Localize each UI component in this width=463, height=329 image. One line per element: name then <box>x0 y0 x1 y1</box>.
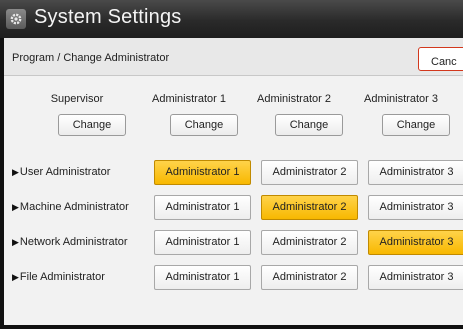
file-admin-option-2[interactable]: Administrator 2 <box>261 265 358 290</box>
column-label-administrator-3: Administrator 3 <box>364 93 438 105</box>
row-label-network-administrator: ▶ Network Administrator <box>12 236 128 248</box>
machine-admin-option-2[interactable]: Administrator 2 <box>261 195 358 220</box>
header-bar: Program / Change Administrator Canc <box>4 38 463 76</box>
arrow-icon: ▶ <box>12 166 19 177</box>
column-label-administrator-2: Administrator 2 <box>257 93 331 105</box>
row-label-file-administrator: ▶ File Administrator <box>12 271 105 283</box>
page-title: Program / Change Administrator <box>12 52 170 64</box>
change-administrator-1-button[interactable]: Change <box>170 114 238 136</box>
machine-admin-option-3[interactable]: Administrator 3 <box>368 195 463 220</box>
user-admin-option-1[interactable]: Administrator 1 <box>154 160 251 185</box>
machine-admin-option-1[interactable]: Administrator 1 <box>154 195 251 220</box>
file-admin-option-3[interactable]: Administrator 3 <box>368 265 463 290</box>
gear-icon <box>6 9 26 29</box>
network-admin-option-2[interactable]: Administrator 2 <box>261 230 358 255</box>
window-title: System Settings <box>34 6 182 28</box>
network-admin-option-1[interactable]: Administrator 1 <box>154 230 251 255</box>
row-label-user-administrator: ▶ User Administrator <box>12 166 111 178</box>
arrow-icon: ▶ <box>12 236 19 247</box>
file-admin-option-1[interactable]: Administrator 1 <box>154 265 251 290</box>
network-admin-option-3[interactable]: Administrator 3 <box>368 230 463 255</box>
change-supervisor-button[interactable]: Change <box>58 114 126 136</box>
arrow-icon: ▶ <box>12 201 19 212</box>
change-administrator-3-button[interactable]: Change <box>382 114 450 136</box>
user-admin-option-2[interactable]: Administrator 2 <box>261 160 358 185</box>
change-administrator-2-button[interactable]: Change <box>275 114 343 136</box>
column-label-supervisor: Supervisor <box>50 93 104 105</box>
column-label-administrator-1: Administrator 1 <box>152 93 226 105</box>
user-admin-option-3[interactable]: Administrator 3 <box>368 160 463 185</box>
settings-panel: Program / Change Administrator Canc Supe… <box>0 38 463 329</box>
arrow-icon: ▶ <box>12 271 19 282</box>
cancel-button[interactable]: Canc <box>418 47 463 71</box>
title-bar: System Settings <box>0 0 463 38</box>
row-label-machine-administrator: ▶ Machine Administrator <box>12 201 129 213</box>
